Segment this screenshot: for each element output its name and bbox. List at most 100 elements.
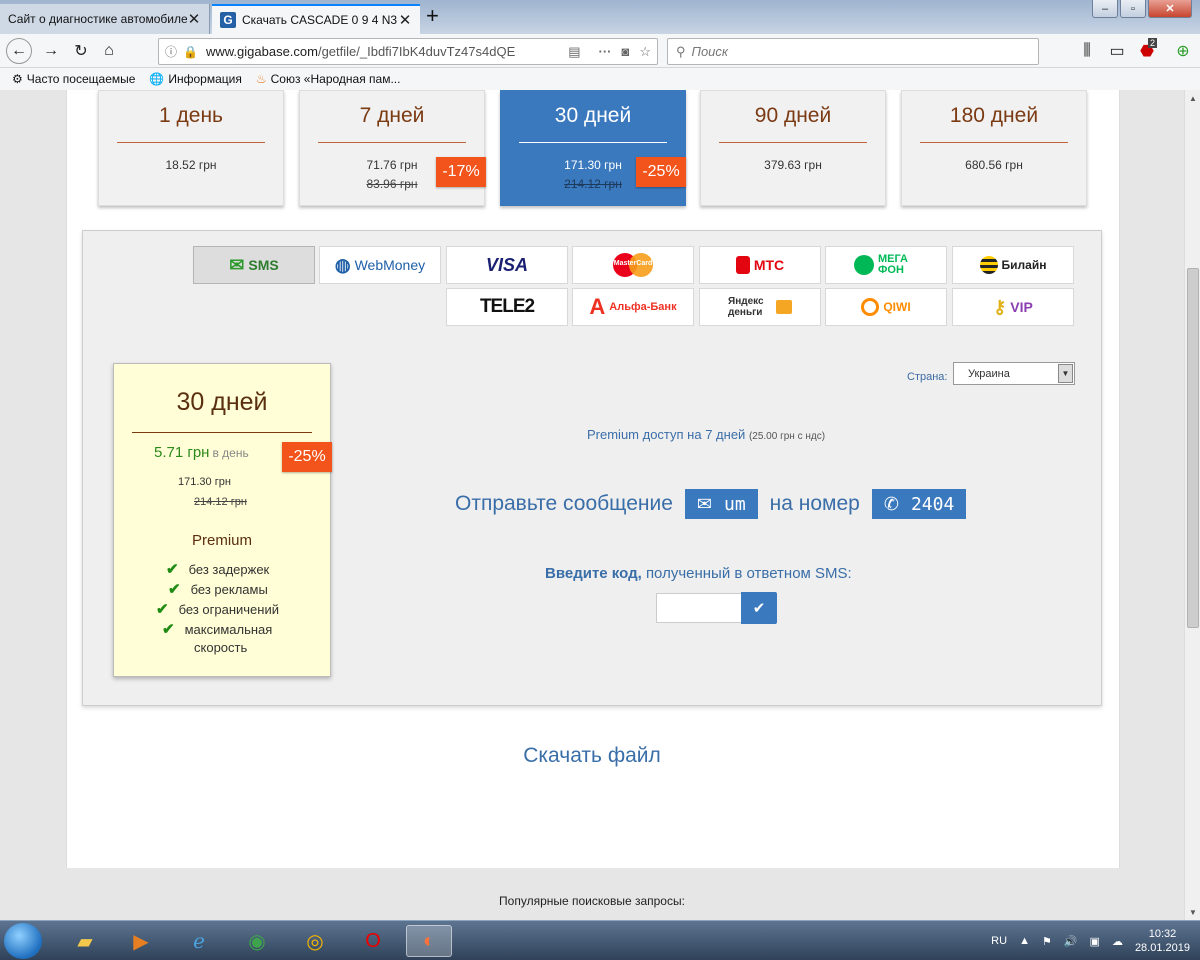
bookmark-label: Союз «Народная пам...: [270, 72, 401, 86]
payment-mts[interactable]: МТС: [699, 246, 821, 284]
number-prefix: на номер: [769, 492, 860, 515]
payment-webmoney[interactable]: ◍ WebMoney: [319, 246, 441, 284]
close-tab-icon[interactable]: ✕: [187, 10, 201, 28]
checkmark-icon: ✔: [162, 621, 175, 638]
language-indicator[interactable]: RU: [991, 935, 1007, 947]
plan-price: 379.63 грн: [764, 158, 822, 172]
payment-beeline[interactable]: Билайн: [952, 246, 1074, 284]
pocket-icon[interactable]: ◙: [621, 44, 629, 59]
firefox-icon[interactable]: ◐: [406, 925, 452, 957]
cloud-icon[interactable]: ☁: [1112, 935, 1123, 948]
flag-icon[interactable]: ⚑: [1042, 935, 1052, 948]
addon-icon[interactable]: ⊕: [1172, 40, 1194, 62]
dropdown-arrow-icon[interactable]: ▼: [1058, 364, 1073, 383]
gigabase-favicon-icon: G: [220, 12, 236, 28]
popular-queries-heading: Популярные поисковые запросы:: [499, 894, 685, 908]
payment-visa[interactable]: VISA: [446, 246, 568, 284]
gear-icon: ⚙: [12, 72, 23, 86]
message-code: um: [723, 493, 746, 515]
payment-alfabank[interactable]: А Альфа-Банк: [572, 288, 694, 326]
reader-view-icon[interactable]: ▤: [568, 44, 580, 60]
short-number: 2404: [910, 493, 955, 515]
vertical-scrollbar[interactable]: ▲ ▼: [1184, 90, 1200, 920]
reload-icon[interactable]: ↻: [70, 40, 92, 62]
sidebar-icon[interactable]: ▭: [1106, 40, 1128, 62]
tab-inactive[interactable]: Сайт о диагностике автомобилей ✕: [0, 4, 210, 34]
sms-code-input[interactable]: [656, 593, 742, 623]
download-file-link[interactable]: Скачать файл: [0, 744, 1184, 768]
chrome-icon[interactable]: ◎: [292, 925, 338, 957]
url-host: www.gigabase.com: [205, 44, 318, 59]
address-bar[interactable]: ⓘ 🔒 www.gigabase.com/getfile/_Ibdfi7IbK4…: [158, 38, 658, 65]
payment-tele2[interactable]: TELE2: [446, 288, 568, 326]
navigation-bar: ← → ↻ ⌂ ⓘ 🔒 www.gigabase.com/getfile/_Ib…: [0, 34, 1200, 68]
bookmark-star-icon[interactable]: ☆: [639, 44, 651, 60]
forward-icon[interactable]: →: [40, 40, 62, 62]
opera-icon[interactable]: O: [350, 925, 396, 957]
media-player-icon[interactable]: ▶: [118, 925, 164, 957]
payment-yandex-money[interactable]: Яндекс деньги: [699, 288, 821, 326]
window-controls: ‒ ▫ ✕: [1092, 0, 1192, 18]
back-icon[interactable]: ←: [6, 38, 32, 64]
scroll-up-icon[interactable]: ▲: [1185, 90, 1200, 106]
new-tab-button[interactable]: +: [426, 4, 439, 28]
maximize-button[interactable]: ▫: [1120, 0, 1146, 18]
tab-title: Скачать CASCADE 0 9 4 N3LINE: [242, 13, 398, 27]
volume-icon[interactable]: 🔊: [1064, 935, 1078, 948]
globe-app-icon[interactable]: ◉: [234, 925, 280, 957]
mts-egg-icon: [735, 256, 750, 274]
url-path: /getfile/_Ibdfi7IbK4duvTz47s4dQE: [317, 44, 516, 59]
plan-name: 30 дней: [554, 104, 632, 127]
webmoney-globe-icon: ◍: [334, 254, 351, 275]
premium-access-line: Premium доступ на 7 дней (25.00 грн с нд…: [587, 427, 825, 442]
minimize-button[interactable]: ‒: [1092, 0, 1118, 18]
plan-divider: [920, 142, 1068, 143]
internet-explorer-icon[interactable]: ℯ: [176, 925, 222, 957]
plan-30-days[interactable]: 30 дней 171.30 грн 214.12 грн: [500, 90, 686, 206]
payment-megafon[interactable]: МЕГА ФОН: [825, 246, 947, 284]
plan-price: 18.52 грн: [165, 158, 217, 172]
plan-180-days[interactable]: 180 дней 680.56 грн: [901, 90, 1087, 206]
library-icon[interactable]: ⫼: [1076, 40, 1098, 62]
payment-sms[interactable]: ✉ SMS: [193, 246, 315, 284]
search-icon: ⚲: [676, 43, 686, 59]
search-bar[interactable]: ⚲ Поиск: [667, 38, 1039, 65]
scroll-down-icon[interactable]: ▼: [1185, 904, 1200, 920]
bookmark-most-visited[interactable]: ⚙ Часто посещаемые: [12, 72, 135, 86]
card-premium-label: Premium: [191, 532, 252, 549]
bookmark-soyuz[interactable]: ♨ Союз «Народная пам...: [256, 72, 401, 86]
qiwi-icon: [861, 298, 880, 316]
payment-label: QIWI: [883, 300, 911, 314]
payment-mastercard[interactable]: MasterCard: [572, 246, 694, 284]
clock[interactable]: 10:32 28.01.2019: [1135, 927, 1190, 955]
explorer-icon[interactable]: ▰: [62, 925, 108, 957]
bookmark-info[interactable]: 🌐 Информация: [149, 72, 241, 86]
payment-vip[interactable]: ⚷ VIP: [952, 288, 1074, 326]
scroll-thumb[interactable]: [1187, 268, 1199, 628]
submit-code-button[interactable]: ✔: [741, 592, 777, 624]
close-tab-icon[interactable]: ✕: [398, 11, 412, 29]
home-icon[interactable]: ⌂: [98, 40, 120, 62]
send-sms-instruction: Отправьте сообщение ✉ um на номер ✆ 2404: [455, 489, 978, 519]
plan-name: 90 дней: [754, 104, 832, 127]
payment-label: Билайн: [1001, 258, 1047, 272]
network-icon[interactable]: ▣: [1090, 935, 1100, 948]
plan-7-days[interactable]: 7 дней 71.76 грн 83.96 грн: [299, 90, 485, 206]
tab-active[interactable]: G Скачать CASCADE 0 9 4 N3LINE ✕: [212, 4, 420, 34]
checkmark-icon: ✔: [168, 581, 181, 598]
country-select[interactable]: Украина ▼: [953, 362, 1075, 385]
card-title: 30 дней: [176, 388, 268, 416]
close-window-button[interactable]: ✕: [1148, 0, 1192, 18]
show-hidden-icons-icon[interactable]: ▲: [1019, 935, 1030, 947]
plan-90-days[interactable]: 90 дней 379.63 грн: [700, 90, 886, 206]
envelope-icon: ✉: [229, 254, 245, 275]
page-actions-icon[interactable]: ···: [598, 44, 611, 59]
start-button[interactable]: [4, 923, 42, 959]
info-icon[interactable]: ⓘ: [165, 43, 177, 60]
per-day-suffix: в день: [212, 446, 249, 460]
plan-1-day[interactable]: 1 день 18.52 грн: [98, 90, 284, 206]
plan-divider: [318, 142, 466, 143]
plan-name: 180 дней: [949, 104, 1039, 127]
payment-label: SMS: [248, 257, 279, 273]
payment-qiwi[interactable]: QIWI: [825, 288, 947, 326]
